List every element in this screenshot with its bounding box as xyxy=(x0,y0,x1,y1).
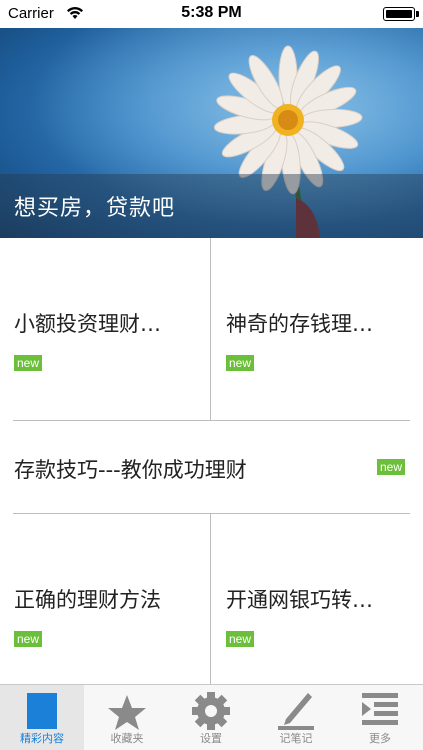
divider xyxy=(210,514,211,685)
status-time: 5:38 PM xyxy=(181,4,242,21)
new-badge: new xyxy=(14,631,43,647)
tab-favorites[interactable]: 收藏夹 xyxy=(85,685,169,750)
tab-more[interactable]: 更多 xyxy=(338,685,422,750)
article-grid: 小额投资理财… new 神奇的存钱理… new 存款技巧---教你成功理财 ne… xyxy=(0,238,423,685)
article-title: 开通网银巧转… xyxy=(226,588,373,612)
tab-label: 收藏夹 xyxy=(110,732,144,745)
battery-icon xyxy=(383,7,419,21)
divider xyxy=(210,238,211,420)
list-icon xyxy=(362,693,398,725)
status-bar: Carrier 5:38 PM xyxy=(0,0,423,28)
article-title: 存款技巧---教你成功理财 xyxy=(14,458,247,482)
tab-settings[interactable]: 设置 xyxy=(169,685,253,750)
gear-icon xyxy=(192,692,230,730)
article-item[interactable]: 神奇的存钱理… new xyxy=(212,238,423,420)
new-badge: new xyxy=(226,631,255,647)
star-icon xyxy=(108,695,146,730)
banner-title: 想买房，贷款吧 xyxy=(14,196,176,221)
tab-label: 设置 xyxy=(200,732,222,745)
new-badge: new xyxy=(377,459,406,475)
article-title: 神奇的存钱理… xyxy=(226,312,373,336)
article-item[interactable]: 小额投资理财… new xyxy=(0,238,210,420)
featured-banner[interactable]: 想买房，贷款吧 xyxy=(0,28,423,238)
article-item[interactable]: 正确的理财方法 new xyxy=(0,514,210,685)
new-badge: new xyxy=(226,355,255,371)
new-badge: new xyxy=(14,355,43,371)
pen-icon xyxy=(278,693,314,730)
featured-icon xyxy=(27,693,57,729)
article-item[interactable]: 开通网银巧转… new xyxy=(212,514,423,685)
tab-bar: 精彩内容 收藏夹 设置 记笔记 更多 xyxy=(0,684,423,750)
tab-label: 记笔记 xyxy=(279,732,313,745)
tab-featured[interactable]: 精彩内容 xyxy=(0,685,84,750)
tab-label: 精彩内容 xyxy=(20,732,64,745)
article-title: 正确的理财方法 xyxy=(14,588,161,612)
article-title: 小额投资理财… xyxy=(14,312,161,336)
article-item[interactable]: 存款技巧---教你成功理财 new xyxy=(0,421,423,513)
tab-label: 更多 xyxy=(369,732,391,745)
tab-notes[interactable]: 记笔记 xyxy=(254,685,338,750)
